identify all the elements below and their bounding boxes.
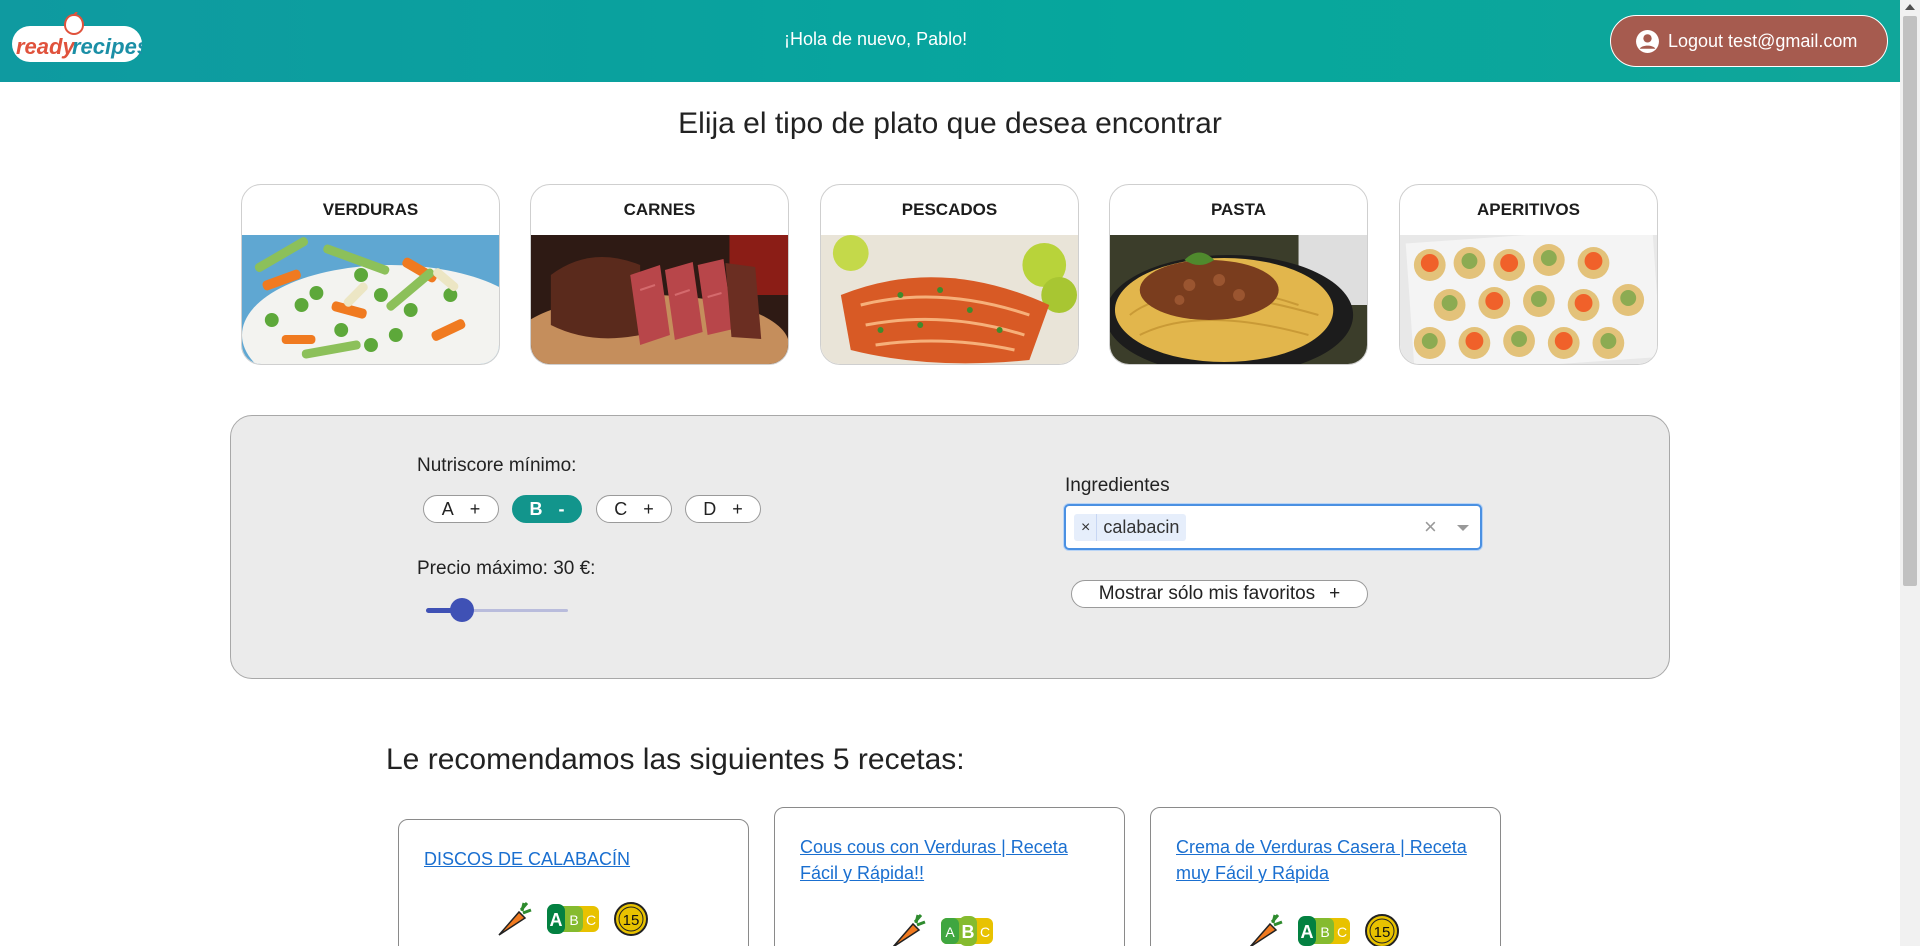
page-heading: Elija el tipo de plato que desea encontr…: [678, 107, 1222, 140]
recipe-link[interactable]: Cous cous con Verduras | Receta Fácil y …: [800, 834, 1100, 886]
time-badge-icon: 15: [1365, 914, 1399, 946]
carnes-image: [531, 235, 788, 364]
plus-icon: +: [1329, 583, 1341, 604]
remove-tag-icon[interactable]: ×: [1074, 514, 1098, 541]
chip-letter: D: [703, 498, 717, 519]
svg-text:C: C: [586, 912, 596, 928]
recipe-card: Cous cous con Verduras | Receta Fácil y …: [774, 807, 1125, 946]
svg-text:C: C: [980, 924, 990, 940]
category-card-pasta[interactable]: PASTA: [1109, 184, 1368, 365]
category-card-pescados[interactable]: PESCADOS: [820, 184, 1079, 365]
nutriscore-chip-a[interactable]: A +: [423, 495, 499, 523]
category-label: VERDURAS: [322, 200, 419, 219]
slider-thumb[interactable]: [450, 598, 474, 622]
category-card-verduras[interactable]: VERDURAS: [241, 184, 500, 365]
recipe-card: Crema de Verduras Casera | Receta muy Fá…: [1150, 807, 1501, 946]
nutriscore-letter: B: [962, 922, 975, 942]
clear-selection-icon[interactable]: ×: [1424, 514, 1437, 540]
price-label: Precio máximo: 30 €:: [417, 558, 596, 579]
ingredients-select[interactable]: × calabacin ×: [1064, 504, 1482, 550]
scroll-up-arrow-icon[interactable]: [1905, 4, 1915, 10]
svg-text:C: C: [1337, 924, 1347, 940]
nutriscore-badge-icon: ABC: [1298, 916, 1350, 946]
pasta-image: [1110, 235, 1367, 364]
plus-icon: +: [732, 498, 743, 519]
recommendations-title: Le recomendamos las siguientes 5 recetas…: [386, 743, 965, 776]
category-label: PASTA: [1210, 200, 1267, 219]
recipe-link[interactable]: DISCOS DE CALABACÍN: [424, 846, 724, 872]
chip-letter: C: [614, 498, 628, 519]
svg-text:recipes: recipes: [72, 34, 142, 59]
category-label: APERITIVOS: [1477, 200, 1580, 219]
favorites-label: Mostrar sólo mis favoritos: [1098, 583, 1316, 604]
category-label: PESCADOS: [901, 200, 998, 219]
plus-icon: +: [643, 498, 654, 519]
readyrecipes-logo[interactable]: ready recipes: [12, 12, 142, 70]
page-scrollbar[interactable]: [1900, 0, 1920, 946]
recipe-badges: ABC 15: [1246, 912, 1400, 946]
user-circle-icon: [1636, 29, 1659, 53]
svg-text:B: B: [569, 912, 578, 928]
nutriscore-badge-icon: ABC: [941, 916, 993, 946]
time-badge-icon: 15: [614, 902, 648, 936]
logout-label: Logout test@gmail.com: [1668, 30, 1858, 51]
time-value: 15: [1374, 924, 1391, 941]
plus-icon: +: [469, 498, 481, 519]
ingredient-tag-label: calabacin: [1103, 517, 1180, 537]
recipe-badges: ABC: [889, 912, 995, 946]
nutriscore-chip-b[interactable]: B -: [512, 495, 582, 523]
logout-button[interactable]: Logout test@gmail.com: [1610, 15, 1888, 67]
ingredient-tag: × calabacin: [1074, 514, 1187, 541]
greeting-text: ¡Hola de nuevo, Pablo!: [784, 29, 968, 49]
category-label: CARNES: [623, 200, 696, 219]
svg-text:ready: ready: [16, 34, 76, 59]
dropdown-arrow-icon[interactable]: [1457, 525, 1469, 531]
svg-text:A: A: [945, 924, 955, 940]
carrot-icon: [892, 914, 926, 946]
price-slider[interactable]: [426, 598, 568, 622]
nutriscore-label: Nutriscore mínimo:: [417, 455, 577, 476]
svg-text:B: B: [1320, 924, 1329, 940]
time-value: 15: [623, 912, 640, 929]
chip-letter: A: [441, 498, 454, 519]
nutriscore-letter: A: [550, 910, 563, 930]
favorites-toggle-button[interactable]: Mostrar sólo mis favoritos +: [1071, 580, 1368, 608]
carrot-icon: [1249, 914, 1283, 946]
ingredients-label: Ingredientes: [1065, 475, 1170, 496]
chip-letter: B: [529, 498, 543, 519]
recipe-badges: ABC 15: [495, 900, 649, 938]
category-card-aperitivos[interactable]: APERITIVOS: [1399, 184, 1658, 365]
nutriscore-chip-d[interactable]: D +: [685, 495, 761, 523]
nutriscore-chip-c[interactable]: C +: [596, 495, 672, 523]
top-bar: ready recipes ¡Hola de nuevo, Pablo! Log…: [0, 0, 1900, 82]
recipe-card: DISCOS DE CALABACÍN ABC 15: [398, 819, 749, 946]
verduras-image: [242, 235, 499, 364]
recipe-link[interactable]: Crema de Verduras Casera | Receta muy Fá…: [1176, 834, 1476, 886]
pescados-image: [821, 235, 1078, 364]
category-card-carnes[interactable]: CARNES: [530, 184, 789, 365]
carrot-icon: [498, 902, 532, 936]
nutriscore-letter: A: [1301, 922, 1314, 942]
aperitivos-image: [1400, 235, 1657, 364]
minus-icon: -: [558, 498, 565, 519]
scrollbar-thumb[interactable]: [1903, 16, 1917, 586]
nutriscore-badge-icon: ABC: [547, 904, 599, 934]
